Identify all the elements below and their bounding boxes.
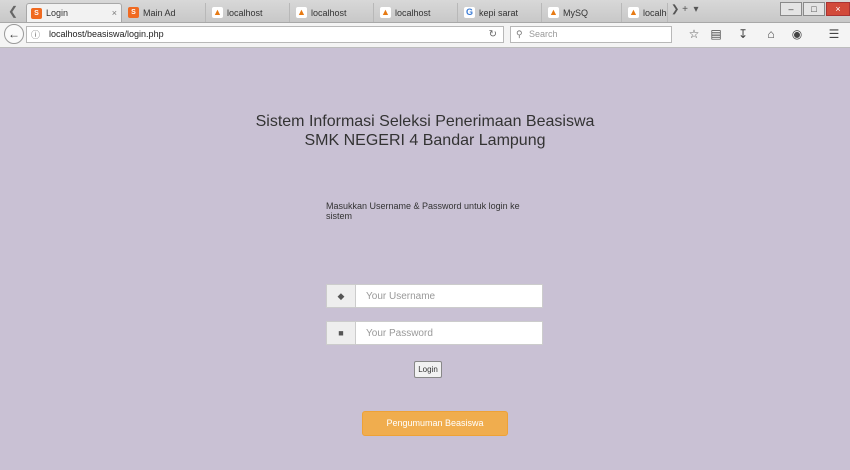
search-placeholder: Search [529, 29, 558, 39]
tag-icon: ◆ [326, 284, 356, 308]
tab-localhost-2[interactable]: ▲ localhost [292, 3, 374, 22]
lock-icon: ■ [326, 321, 356, 345]
url-text: localhost/beasiswa/login.php [49, 29, 164, 39]
tab-main-ad[interactable]: S Main Ad [124, 3, 206, 22]
page-title: Sistem Informasi Seleksi Penerimaan Beas… [0, 112, 850, 150]
url-bar[interactable]: ⓘ localhost/beasiswa/login.php ↻ [26, 26, 504, 43]
tab-label: kepi sarat [479, 7, 519, 18]
password-input[interactable] [356, 321, 543, 345]
search-bar[interactable]: ⚲ Search [510, 26, 672, 43]
phpmyadmin-icon: ▲ [380, 7, 391, 18]
close-tab-icon[interactable]: × [112, 8, 117, 18]
home-icon[interactable]: ⌂ [763, 27, 779, 41]
navigation-bar: ← ⓘ localhost/beasiswa/login.php ↻ ⚲ Sea… [0, 23, 850, 48]
tab-label: localhost [227, 7, 263, 18]
tab-scroll-left-icon[interactable]: ❮ [4, 3, 22, 20]
tab-localhost-1[interactable]: ▲ localhost [208, 3, 290, 22]
tab-overflow-icon[interactable]: ❯ + ▾ [671, 4, 699, 15]
phpmyadmin-icon: ▲ [212, 7, 223, 18]
tab-label: Login [46, 8, 69, 18]
password-group: ■ [326, 321, 543, 345]
reload-icon[interactable]: ↻ [489, 27, 497, 42]
phpmyadmin-icon: ▲ [548, 7, 559, 18]
tab-label: localhost [311, 7, 347, 18]
tab-localhost-3[interactable]: ▲ localhost [376, 3, 458, 22]
bookmark-star-icon[interactable]: ☆ [686, 27, 702, 41]
menu-icon[interactable]: ☰ [826, 27, 842, 41]
xampp-icon: S [128, 7, 139, 18]
minimize-icon[interactable]: – [780, 2, 802, 16]
phpmyadmin-icon: ▲ [296, 7, 307, 18]
google-icon: G [464, 7, 475, 18]
login-instruction: Masukkan Username & Password untuk login… [326, 201, 520, 221]
title-line-2: SMK NEGERI 4 Bandar Lampung [304, 132, 546, 149]
tab-mysql[interactable]: ▲ MySQ [544, 3, 622, 22]
close-window-icon[interactable]: × [826, 2, 850, 16]
title-line-1: Sistem Informasi Seleksi Penerimaan Beas… [255, 113, 595, 130]
tab-label: Main Ad [143, 7, 176, 18]
username-group: ◆ [326, 284, 543, 308]
tab-label: MySQ [563, 7, 589, 18]
tab-strip: ❮ S Login × S Main Ad ▲ localhost ▲ loca… [0, 0, 850, 23]
maximize-icon[interactable]: □ [803, 2, 825, 16]
announcement-button[interactable]: Pengumuman Beasiswa [362, 411, 508, 436]
tab-label: localhost [395, 7, 431, 18]
search-icon: ⚲ [516, 29, 523, 39]
tab-google[interactable]: G kepi sarat [460, 3, 542, 22]
bookmarks-list-icon[interactable]: ▤ [708, 27, 724, 41]
tab-label: localhost [643, 7, 667, 18]
tab-localhost-4[interactable]: ▲ localhost [624, 3, 668, 22]
login-button[interactable]: Login [414, 361, 442, 378]
back-arrow-icon[interactable]: ← [4, 24, 24, 44]
xampp-icon: S [31, 7, 42, 19]
pocket-icon[interactable]: ◉ [789, 27, 805, 41]
tab-login[interactable]: S Login × [26, 3, 122, 22]
download-icon[interactable]: ↧ [735, 27, 751, 41]
username-input[interactable] [356, 284, 543, 308]
phpmyadmin-icon: ▲ [628, 7, 639, 18]
info-icon[interactable]: ⓘ [31, 28, 40, 43]
